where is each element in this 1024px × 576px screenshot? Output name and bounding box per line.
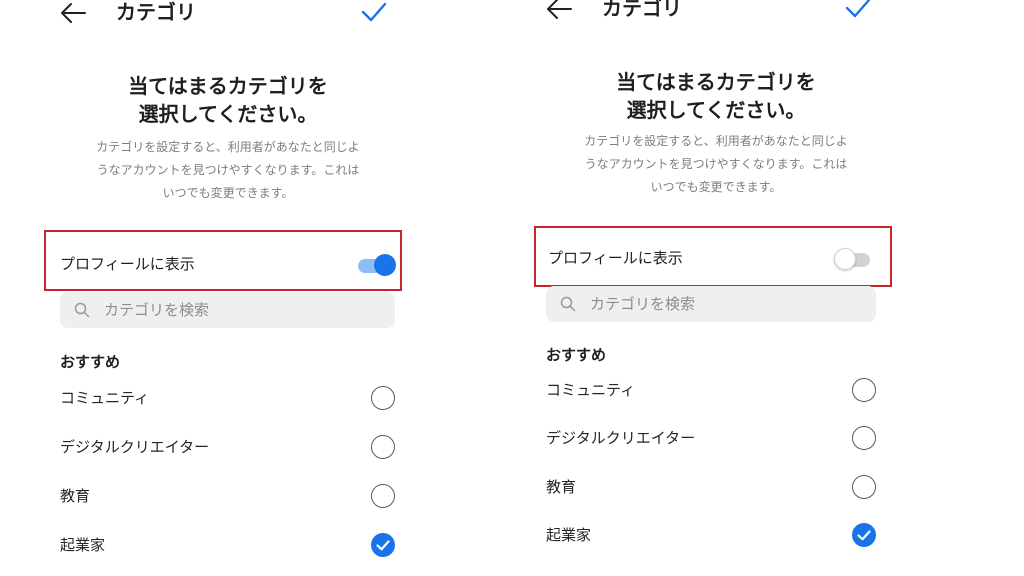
confirm-check-icon[interactable] [360, 0, 388, 24]
checkmark-icon [857, 530, 871, 541]
search-input[interactable]: カテゴリを検索 [104, 292, 209, 328]
description-line-3: いつでも変更できます。 [650, 180, 782, 194]
category-radio-checked[interactable] [371, 533, 395, 557]
category-search-bar[interactable]: カテゴリを検索 [60, 292, 395, 328]
search-input[interactable]: カテゴリを検索 [590, 286, 695, 322]
heading-line-2: 選択してください。 [626, 98, 806, 122]
category-label: デジタルクリエイター [60, 438, 210, 456]
profile-display-switch[interactable] [834, 248, 872, 270]
description-line-1: カテゴリを設定すると、利用者があなたと同じよ [96, 140, 360, 154]
category-label: 教育 [546, 478, 577, 496]
description-line-2: うなアカウントを見つけやすくなります。これは [584, 157, 848, 171]
section-recommended: おすすめ [60, 353, 121, 371]
category-row[interactable]: コミュニティ [546, 370, 880, 410]
category-row[interactable]: 教育 [546, 467, 880, 507]
checkmark-icon [376, 540, 390, 551]
category-row[interactable]: デジタルクリエイター [60, 427, 400, 467]
heading-line-2: 選択してください。 [138, 102, 318, 126]
category-radio-checked[interactable] [852, 523, 876, 547]
screen-toggle-on: カテゴリ 当てはまるカテゴリを 選択してください。 カテゴリを設定すると、利用者… [0, 0, 460, 576]
search-icon [560, 296, 576, 312]
category-label: 起業家 [546, 526, 592, 544]
back-arrow-icon[interactable] [58, 0, 88, 26]
description-line-2: うなアカウントを見つけやすくなります。これは [96, 163, 360, 177]
heading-line-1: 当てはまるカテゴリを [616, 70, 816, 94]
page-title: カテゴリ [116, 0, 196, 24]
category-radio[interactable] [852, 378, 876, 402]
profile-display-label: プロフィールに表示 [548, 249, 683, 267]
description-line-1: カテゴリを設定すると、利用者があなたと同じよ [584, 134, 848, 148]
profile-display-switch[interactable] [358, 254, 396, 276]
category-row[interactable]: 起業家 [546, 515, 880, 555]
profile-display-highlight: プロフィールに表示 [534, 226, 892, 287]
category-row[interactable]: デジタルクリエイター [546, 418, 880, 458]
switch-knob [834, 248, 856, 270]
description-line-3: いつでも変更できます。 [162, 186, 294, 200]
category-radio[interactable] [371, 484, 395, 508]
category-row[interactable]: 起業家 [60, 525, 400, 565]
category-label: コミュニティ [60, 389, 150, 407]
category-row[interactable]: コミュニティ [60, 378, 400, 418]
heading-line-1: 当てはまるカテゴリを [128, 74, 328, 98]
screen-toggle-off: カテゴリ 当てはまるカテゴリを 選択してください。 カテゴリを設定すると、利用者… [488, 0, 948, 576]
profile-display-label: プロフィールに表示 [60, 255, 195, 273]
category-radio[interactable] [371, 435, 395, 459]
category-radio[interactable] [852, 475, 876, 499]
description: カテゴリを設定すると、利用者があなたと同じよ うなアカウントを見つけやすくなりま… [488, 130, 944, 199]
heading: 当てはまるカテゴリを 選択してください。 [488, 68, 944, 124]
confirm-check-icon[interactable] [844, 0, 872, 20]
category-radio[interactable] [371, 386, 395, 410]
profile-display-highlight: プロフィールに表示 [44, 230, 402, 291]
description: カテゴリを設定すると、利用者があなたと同じよ うなアカウントを見つけやすくなりま… [0, 136, 456, 205]
section-recommended: おすすめ [546, 346, 607, 364]
search-icon [74, 302, 90, 318]
back-arrow-icon[interactable] [544, 0, 574, 22]
category-label: デジタルクリエイター [546, 429, 696, 447]
category-label: 教育 [60, 487, 91, 505]
category-label: 起業家 [60, 536, 106, 554]
category-search-bar[interactable]: カテゴリを検索 [546, 286, 876, 322]
heading: 当てはまるカテゴリを 選択してください。 [0, 72, 456, 128]
category-row[interactable]: 教育 [60, 476, 400, 516]
category-label: コミュニティ [546, 381, 636, 399]
page-title: カテゴリ [602, 0, 682, 20]
category-radio[interactable] [852, 426, 876, 450]
switch-knob [374, 254, 396, 276]
